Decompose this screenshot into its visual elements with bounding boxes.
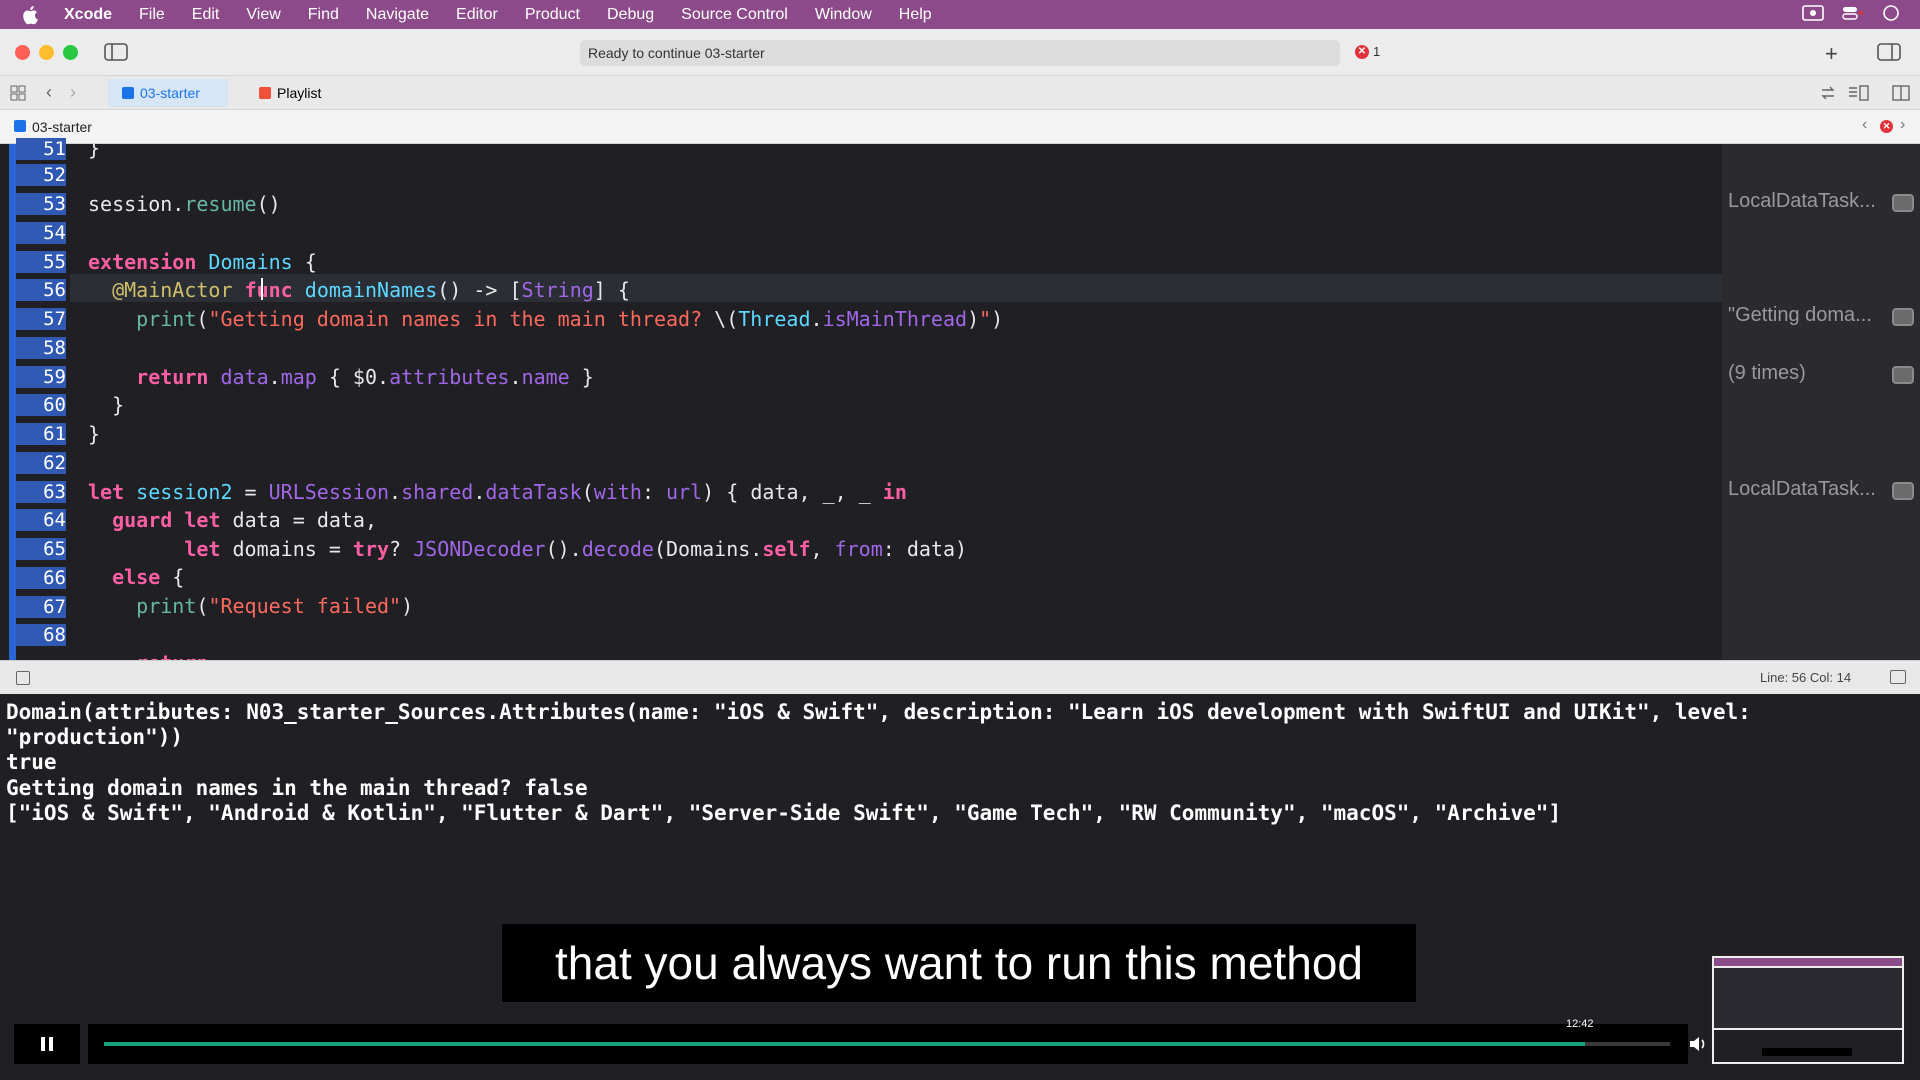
quick-look-icon[interactable]: [1892, 366, 1914, 384]
code-line-66: else {: [112, 565, 185, 589]
video-subtitle: that you always want to run this method: [502, 924, 1416, 1002]
menu-edit[interactable]: Edit: [192, 6, 220, 24]
jump-bar: 03-starter ‹ ✕ ›: [0, 110, 1920, 144]
forward-icon[interactable]: ›: [70, 82, 76, 103]
add-icon[interactable]: +: [1825, 41, 1838, 67]
result-value: LocalDataTask...: [1728, 478, 1876, 500]
results-sidebar: LocalDataTask... "Getting doma... (9 tim…: [1722, 144, 1920, 660]
activity-status: Ready to continue 03-starter: [580, 40, 1340, 66]
error-count: 1: [1373, 44, 1381, 59]
menu-product[interactable]: Product: [525, 6, 580, 24]
console-line: true: [6, 750, 57, 774]
pause-button[interactable]: [14, 1024, 80, 1064]
quick-look-icon[interactable]: [1892, 482, 1914, 500]
menu-debug[interactable]: Debug: [607, 6, 654, 24]
console-output[interactable]: Domain(attributes: N03_starter_Sources.A…: [0, 694, 1920, 1080]
console-line: ["iOS & Swift", "Android & Kotlin", "Flu…: [6, 801, 1562, 825]
menu-navigate[interactable]: Navigate: [366, 6, 429, 24]
code-line-59: return data.map { $0.attributes.name }: [136, 365, 594, 389]
console-line: Getting domain names in the main thread?…: [6, 776, 588, 800]
tab-label: 03-starter: [140, 85, 200, 101]
console-line: "production")): [6, 725, 184, 749]
next-issue-icon[interactable]: ›: [1900, 116, 1905, 134]
volume-icon[interactable]: [1688, 1034, 1710, 1059]
menu-editor[interactable]: Editor: [456, 6, 498, 24]
pause-icon: [41, 1037, 53, 1051]
result-value: "Getting doma...: [1728, 304, 1872, 326]
control-center-icon[interactable]: [1842, 5, 1864, 26]
breadcrumb[interactable]: 03-starter: [32, 119, 92, 135]
code-area[interactable]: } session.resume() extension Domains { @…: [0, 144, 1722, 660]
error-icon[interactable]: ✕: [1880, 120, 1893, 133]
code-line-64: guard let data = data,: [112, 508, 378, 532]
menu-file[interactable]: File: [139, 6, 165, 24]
sidebar-toggle-icon[interactable]: [104, 43, 128, 66]
code-line-63: let session2 = URLSession.shared.dataTas…: [88, 480, 907, 504]
zoom-window-button[interactable]: [63, 45, 78, 60]
apple-icon[interactable]: [20, 4, 42, 26]
console-line: Domain(attributes: N03_starter_Sources.A…: [6, 700, 1751, 724]
close-window-button[interactable]: [15, 45, 30, 60]
related-items-icon[interactable]: [1820, 85, 1836, 106]
hide-debug-area-icon[interactable]: [16, 671, 30, 685]
menu-source-control[interactable]: Source Control: [681, 6, 788, 24]
menu-bar: Xcode File Edit View Find Navigate Edito…: [0, 0, 1920, 29]
result-value: (9 times): [1728, 362, 1806, 384]
back-icon[interactable]: ‹: [46, 82, 52, 103]
minimize-window-button[interactable]: [39, 45, 54, 60]
tab-label: Playlist: [277, 85, 322, 101]
video-preview-thumbnail: [1710, 954, 1906, 1066]
code-line-69: return: [88, 651, 208, 660]
window-toolbar: Ready to continue 03-starter ✕ 1 +: [0, 29, 1920, 76]
result-value: LocalDataTask...: [1728, 190, 1876, 212]
screen-record-icon[interactable]: [1802, 5, 1824, 26]
add-editor-icon[interactable]: [1892, 85, 1910, 106]
video-progress-remaining: [1585, 1042, 1670, 1046]
error-badge[interactable]: ✕ 1: [1355, 44, 1380, 59]
cursor-position: Line: 56 Col: 14: [1760, 670, 1852, 685]
code-line-55: extension Domains {: [88, 250, 317, 274]
code-line-60: }: [88, 393, 125, 417]
swift-file-icon: [259, 87, 271, 99]
video-time-tooltip: 12:42: [1566, 1018, 1594, 1030]
swift-file-icon: [14, 120, 26, 132]
swift-file-icon: [122, 87, 134, 99]
video-progress-fill: [104, 1042, 1585, 1046]
inspector-toggle-icon[interactable]: [1877, 43, 1901, 66]
menu-find[interactable]: Find: [308, 6, 339, 24]
siri-icon[interactable]: [1882, 4, 1900, 27]
menu-window[interactable]: Window: [815, 6, 872, 24]
menu-view[interactable]: View: [246, 6, 280, 24]
code-line-67: print("Request failed"): [136, 594, 414, 618]
console-toggle-icon[interactable]: [1890, 670, 1906, 684]
code-line-53: session.resume(): [88, 192, 281, 216]
tab-bar: ‹ › 03-starter Playlist: [0, 76, 1920, 110]
quick-look-icon[interactable]: [1892, 308, 1914, 326]
previous-issue-icon[interactable]: ‹: [1862, 116, 1867, 134]
code-line-57: print("Getting domain names in the main …: [136, 307, 1004, 331]
menu-help[interactable]: Help: [899, 6, 932, 24]
tab-playlist[interactable]: Playlist: [245, 79, 345, 107]
debug-bar: Line: 56 Col: 14: [0, 660, 1920, 694]
quick-look-icon[interactable]: [1892, 194, 1914, 212]
editor-options-icon[interactable]: [1848, 85, 1870, 106]
error-icon: ✕: [1355, 44, 1369, 59]
menu-app-name[interactable]: Xcode: [64, 6, 112, 24]
tab-03-starter[interactable]: 03-starter: [108, 79, 228, 107]
text-cursor: [261, 278, 263, 300]
code-line-65: let domains = try? JSONDecoder().decode(…: [184, 537, 968, 561]
code-line-56: @MainActor func domainNames() -> [String…: [112, 278, 630, 302]
grid-icon[interactable]: [10, 85, 26, 106]
code-line-61: }: [88, 422, 101, 446]
code-line-51: }: [88, 144, 101, 160]
